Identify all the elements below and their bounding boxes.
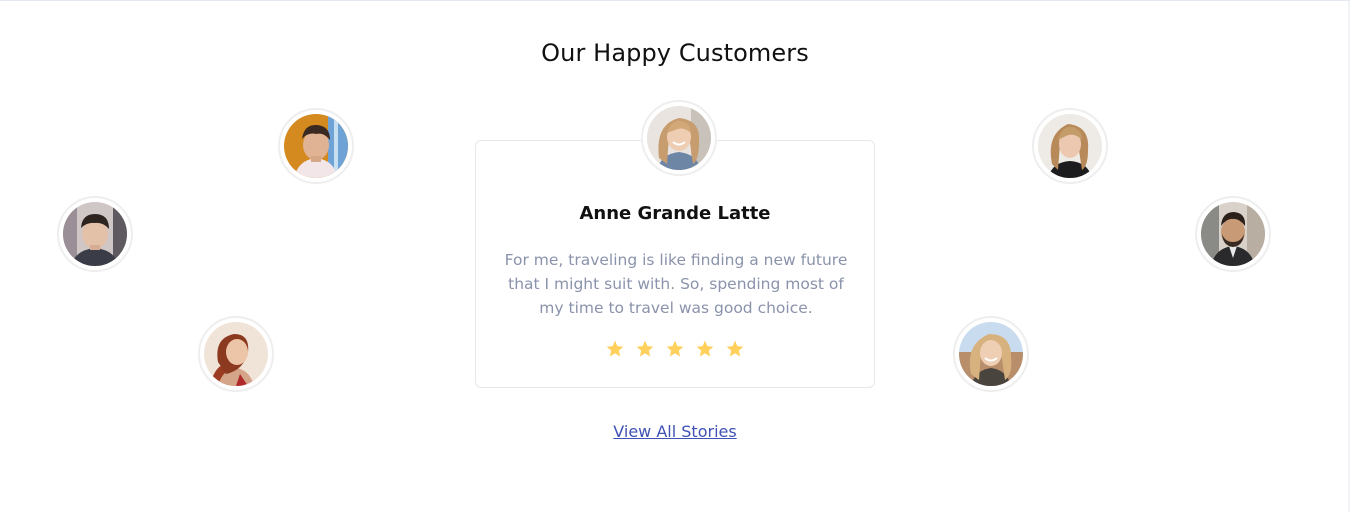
section-title: Our Happy Customers bbox=[541, 39, 809, 67]
testimonial-quote: For me, traveling is like finding a new … bbox=[504, 251, 848, 317]
view-all-stories-link[interactable]: View All Stories bbox=[0, 422, 1350, 441]
star-icon bbox=[725, 339, 745, 359]
man-orange-background-avatar-icon bbox=[284, 114, 348, 178]
star-icon bbox=[695, 339, 715, 359]
featured-woman-avatar-icon bbox=[647, 106, 711, 170]
customer-avatar-6[interactable] bbox=[953, 316, 1029, 392]
star-icon bbox=[605, 339, 625, 359]
man-beard-avatar-icon bbox=[1201, 202, 1265, 266]
woman-red-hair-avatar-icon bbox=[204, 322, 268, 386]
customer-avatar-5[interactable] bbox=[1195, 196, 1271, 272]
customer-avatar-3[interactable] bbox=[198, 316, 274, 392]
customer-avatar-2[interactable] bbox=[57, 196, 133, 272]
testimonial-card: Anne Grande Latte For me, traveling is l… bbox=[475, 140, 875, 388]
star-icon bbox=[635, 339, 655, 359]
rating-stars bbox=[476, 339, 874, 359]
man-dark-hair-avatar-icon bbox=[63, 202, 127, 266]
customer-name: Anne Grande Latte bbox=[579, 203, 771, 224]
woman-blonde-smiling-avatar-icon bbox=[959, 322, 1023, 386]
view-all-stories-label[interactable]: View All Stories bbox=[613, 422, 736, 441]
customer-avatar-4[interactable] bbox=[1032, 108, 1108, 184]
testimonials-section: Our Happy Customers Anne Grande Latte Fo… bbox=[0, 0, 1350, 512]
star-icon bbox=[665, 339, 685, 359]
customer-avatar-1[interactable] bbox=[278, 108, 354, 184]
woman-wavy-blonde-avatar-icon bbox=[1038, 114, 1102, 178]
featured-customer-avatar[interactable] bbox=[641, 100, 717, 176]
